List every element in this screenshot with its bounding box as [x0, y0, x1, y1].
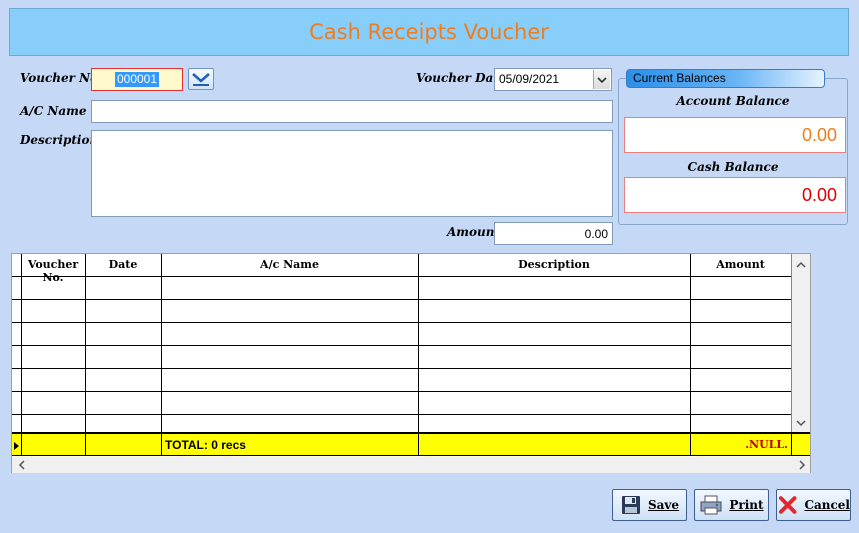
vertical-scrollbar[interactable] — [792, 254, 810, 432]
amount-label: Amount — [447, 225, 501, 239]
description-label: Description — [20, 133, 99, 147]
account-balance-label: Account Balance — [676, 94, 790, 108]
cash-balance-value: 0.00 — [624, 177, 846, 213]
chevron-down-icon — [597, 76, 607, 83]
save-label: Save — [647, 498, 680, 512]
grid-row-divider — [12, 299, 792, 300]
page-title: Cash Receipts Voucher — [309, 20, 549, 44]
column-header-amount[interactable]: Amount — [690, 258, 791, 271]
date-dropdown-button[interactable] — [593, 70, 610, 89]
cash-balance-label: Cash Balance — [687, 160, 779, 174]
grid-column-divider — [690, 254, 691, 454]
account-balance-value: 0.00 — [624, 117, 846, 153]
amount-input[interactable]: 0.00 — [494, 222, 613, 245]
footer-amount: .NULL. — [745, 438, 788, 451]
voucher-lookup-button[interactable] — [188, 68, 214, 90]
horizontal-scrollbar[interactable] — [12, 457, 810, 473]
title-banner: Cash Receipts Voucher — [9, 8, 849, 56]
column-header-ac-name[interactable]: A/c Name — [161, 258, 418, 271]
ac-name-input[interactable] — [91, 100, 613, 123]
floppy-disk-icon — [621, 496, 640, 514]
grid-row-divider — [12, 368, 792, 369]
column-header-date[interactable]: Date — [85, 258, 161, 271]
grid-column-divider — [161, 254, 162, 454]
cancel-label: Cancel — [804, 498, 850, 512]
voucher-grid[interactable]: Voucher No. Date A/c Name Description Am… — [11, 253, 811, 473]
print-button[interactable]: Print — [694, 489, 769, 521]
current-balances-title: Current Balances — [626, 69, 825, 88]
voucher-no-label: Voucher No. — [20, 71, 103, 85]
grid-row-divider — [12, 322, 792, 323]
scroll-up-icon[interactable] — [792, 256, 810, 274]
grid-column-divider — [85, 254, 86, 454]
column-header-description[interactable]: Description — [418, 258, 690, 271]
printer-icon — [700, 495, 722, 515]
row-pointer-icon — [14, 442, 19, 450]
voucher-no-input[interactable]: 000001 — [91, 68, 183, 91]
voucher-date-picker[interactable]: 05/09/2021 — [494, 68, 612, 91]
print-label: Print — [729, 498, 764, 512]
grid-row-divider — [12, 414, 792, 415]
description-input[interactable] — [91, 130, 613, 217]
grid-row-divider — [12, 345, 792, 346]
column-header-voucher-no[interactable]: Voucher No. — [21, 258, 85, 284]
voucher-date-value: 05/09/2021 — [499, 72, 560, 86]
scroll-left-icon[interactable] — [14, 457, 30, 473]
cancel-x-icon — [778, 496, 797, 514]
ac-name-label: A/C Name — [20, 104, 87, 118]
footer-total: TOTAL: 0 recs — [165, 438, 246, 452]
grid-column-divider — [418, 254, 419, 454]
scroll-down-icon[interactable] — [792, 414, 810, 432]
grid-column-divider — [21, 254, 22, 454]
scroll-right-icon[interactable] — [794, 457, 810, 473]
chevron-down-icon — [192, 73, 210, 86]
grid-footer-row: TOTAL: 0 recs .NULL. — [12, 432, 810, 456]
cancel-button[interactable]: Cancel — [776, 489, 851, 521]
grid-header-divider — [12, 276, 792, 277]
voucher-date-label: Voucher Date — [416, 71, 507, 85]
grid-row-divider — [12, 391, 792, 392]
voucher-no-value: 000001 — [114, 72, 160, 87]
save-button[interactable]: Save — [612, 489, 687, 521]
